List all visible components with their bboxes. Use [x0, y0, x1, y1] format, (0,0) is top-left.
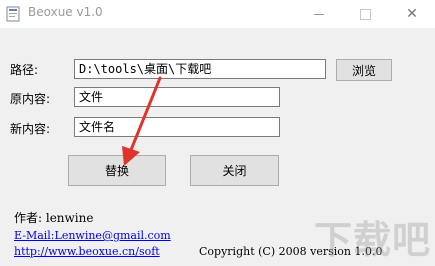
watermark-logo: 下载吧	[296, 206, 435, 266]
website-link[interactable]: http://www.beoxue.cn/soft	[14, 245, 160, 258]
close-icon: ✕	[406, 6, 418, 22]
original-content-input[interactable]: 文件	[74, 87, 280, 107]
browse-button[interactable]: 浏览	[336, 59, 392, 81]
email-link[interactable]: E-Mail:Lenwine@gmail.com	[14, 229, 171, 242]
close-button[interactable]: 关闭	[190, 155, 279, 186]
minimize-icon	[314, 13, 324, 15]
original-content-label: 原内容:	[10, 92, 51, 106]
maximize-button[interactable]	[342, 0, 388, 28]
maximize-icon	[359, 8, 371, 20]
path-label: 路径:	[10, 63, 39, 77]
close-window-button[interactable]: ✕	[389, 0, 435, 28]
path-input[interactable]: D:\tools\桌面\下载吧	[74, 59, 326, 79]
watermark-text: 下载吧	[313, 217, 431, 262]
window-title: Beoxue v1.0	[28, 5, 103, 19]
new-content-label: 新内容:	[10, 122, 51, 136]
replace-button[interactable]: 替换	[68, 155, 166, 186]
minimize-button[interactable]	[296, 0, 342, 28]
app-icon	[6, 6, 20, 22]
author-text: 作者: lenwine	[14, 211, 94, 225]
new-content-input[interactable]: 文件名	[74, 117, 280, 137]
title-bar: Beoxue v1.0 ✕	[0, 0, 435, 28]
